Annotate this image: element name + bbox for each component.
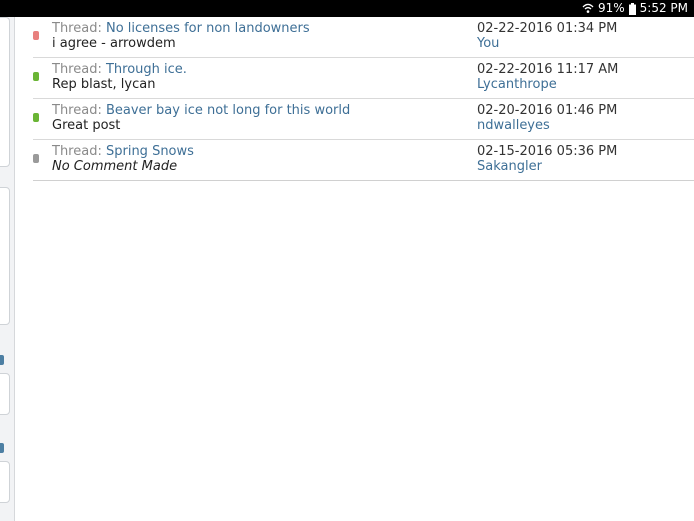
sidebar-panel[interactable]: [0, 373, 10, 415]
thread-prefix: Thread:: [52, 144, 102, 159]
comment-date: 02-20-2016 01:46 PM: [477, 103, 618, 118]
thread-link[interactable]: No licenses for non landowners: [106, 21, 310, 36]
comment-text: Rep blast, lycan: [52, 77, 156, 92]
list-item: Thread: No licenses for non landowners i…: [33, 17, 694, 58]
thread-link[interactable]: Spring Snows: [106, 144, 194, 159]
battery-icon: [628, 2, 636, 15]
status-indicator-icon: [33, 154, 39, 163]
comment-text: No Comment Made: [52, 159, 178, 174]
list-item: Thread: Spring Snows No Comment Made 02-…: [33, 140, 694, 181]
user-link[interactable]: Lycanthrope: [477, 77, 557, 92]
user-link[interactable]: Sakangler: [477, 159, 542, 174]
thread-link[interactable]: Beaver bay ice not long for this world: [106, 103, 350, 118]
sidebar-panel[interactable]: [0, 17, 10, 167]
sidebar-marker: [0, 443, 4, 453]
sidebar: [0, 17, 15, 521]
comment-text: i agree - arrowdem: [52, 36, 176, 51]
comment-date: 02-22-2016 01:34 PM: [477, 21, 618, 36]
clock: 5:52 PM: [639, 1, 688, 15]
list-item: Thread: Through ice. Rep blast, lycan 02…: [33, 58, 694, 99]
status-icons: 91% 5:52 PM: [582, 1, 688, 16]
thread-prefix: Thread:: [52, 21, 102, 36]
status-indicator-icon: [33, 72, 39, 81]
list-item: Thread: Beaver bay ice not long for this…: [33, 99, 694, 140]
status-indicator-icon: [33, 113, 39, 122]
comment-date: 02-15-2016 05:36 PM: [477, 144, 618, 159]
status-indicator-icon: [33, 31, 39, 40]
thread-prefix: Thread:: [52, 62, 102, 77]
comment-date: 02-22-2016 11:17 AM: [477, 62, 619, 77]
comment-list: Thread: No licenses for non landowners i…: [33, 17, 694, 181]
user-link[interactable]: You: [477, 36, 499, 51]
status-bar: 91% 5:52 PM: [0, 0, 694, 17]
battery-percent: 91%: [597, 1, 625, 15]
wifi-icon: [582, 3, 594, 14]
user-link[interactable]: ndwalleyes: [477, 118, 550, 133]
thread-link[interactable]: Through ice.: [106, 62, 187, 77]
sidebar-panel[interactable]: [0, 461, 10, 503]
thread-prefix: Thread:: [52, 103, 102, 118]
comment-text: Great post: [52, 118, 121, 133]
sidebar-marker: [0, 355, 4, 365]
sidebar-panel[interactable]: [0, 187, 10, 325]
